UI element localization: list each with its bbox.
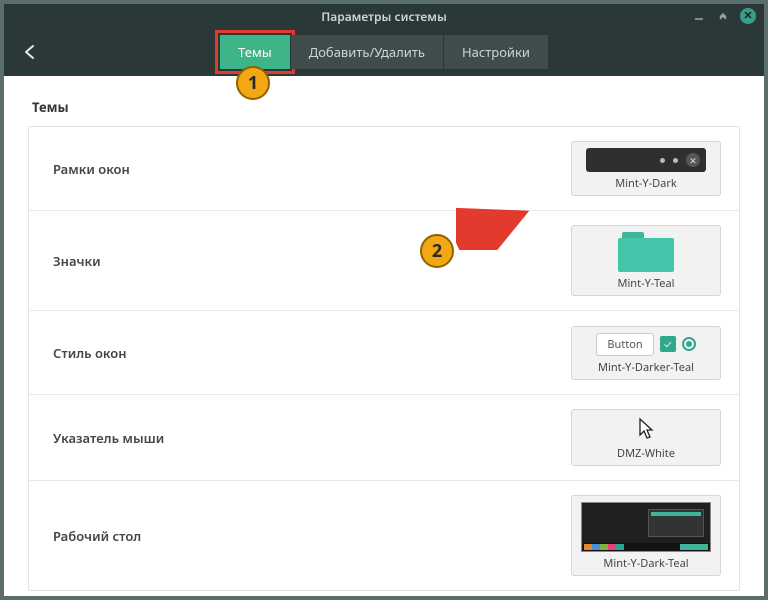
annotation-badge-1: 1 [236,66,270,100]
tab-add-remove-label: Добавить/Удалить [309,43,425,61]
desktop-preview [581,502,711,552]
selector-desktop[interactable]: Mint-Y-Dark-Teal [571,495,721,576]
tab-add-remove[interactable]: Добавить/Удалить [290,35,443,69]
window-frame: Параметры системы ✕ Темы Добавить/Удалит… [0,0,768,600]
radio-icon [682,337,696,351]
row-icons-label: Значки [53,252,101,270]
checkbox-icon: ✓ [660,336,676,352]
titlebar: Параметры системы ✕ [4,4,764,28]
button-sample: Button [596,333,653,356]
row-window-borders: Рамки окон ✕ Mint-Y-Dark [29,127,739,211]
row-icons: Значки Mint-Y-Teal [29,211,739,311]
minimize-button[interactable] [692,9,706,23]
row-desktop: Рабочий стол Mint-Y-Dark-Teal [29,481,739,590]
annotation-badge-2-text: 2 [432,239,442,263]
selector-mouse-pointer-value: DMZ-White [617,446,675,461]
row-mouse-pointer: Указатель мыши DMZ-White [29,395,739,481]
annotation-arrow [456,204,536,250]
selector-desktop-value: Mint-Y-Dark-Teal [603,556,688,571]
row-controls: Стиль окон Button ✓ Mint-Y-Darker-Teal [29,311,739,395]
close-icon: ✕ [686,153,700,167]
back-button[interactable] [16,38,44,66]
tab-settings[interactable]: Настройки [443,35,548,69]
selector-window-borders-value: Mint-Y-Dark [615,176,677,191]
cursor-icon [636,416,656,442]
row-mouse-pointer-label: Указатель мыши [53,429,164,447]
window-controls: ✕ [692,8,756,24]
selector-controls-value: Mint-Y-Darker-Teal [598,360,694,375]
selector-mouse-pointer[interactable]: DMZ-White [571,409,721,466]
annotation-badge-1-text: 1 [248,71,258,95]
tab-themes-label: Темы [238,43,272,61]
selector-icons[interactable]: Mint-Y-Teal [571,225,721,296]
tabs: Темы Добавить/Удалить Настройки [220,35,548,69]
window-title: Параметры системы [321,8,447,25]
section-title: Темы [28,92,740,126]
selector-icons-value: Mint-Y-Teal [617,276,674,291]
toolbar: Темы Добавить/Удалить Настройки [4,28,764,76]
tab-settings-label: Настройки [462,43,530,61]
content: Темы Рамки окон ✕ Mint-Y-Dark Значки [4,76,764,596]
maximize-button[interactable] [716,9,730,23]
folder-icon [618,232,674,272]
row-desktop-label: Рабочий стол [53,527,141,545]
minimize-icon [660,158,665,163]
controls-preview: Button ✓ [596,333,695,356]
selector-window-borders[interactable]: ✕ Mint-Y-Dark [571,141,721,196]
row-controls-label: Стиль окон [53,344,127,362]
row-window-borders-label: Рамки окон [53,160,130,178]
maximize-icon [673,158,678,163]
settings-rows: Рамки окон ✕ Mint-Y-Dark Значки Min [28,126,740,591]
tab-themes[interactable]: Темы [220,35,290,69]
annotation-badge-2: 2 [420,234,454,268]
selector-controls[interactable]: Button ✓ Mint-Y-Darker-Teal [571,326,721,380]
window-border-preview: ✕ [586,148,706,172]
close-button[interactable]: ✕ [740,8,756,24]
